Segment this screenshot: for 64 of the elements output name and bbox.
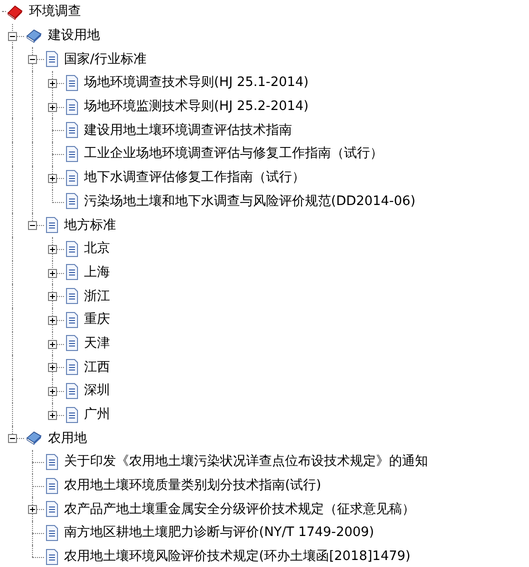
tree-item[interactable]: 污染场地土壤和地下水调查与风险评价规范(DD2014-06) (84, 194, 416, 208)
document-icon (65, 335, 79, 352)
expand-toggle[interactable] (48, 174, 57, 183)
expand-toggle[interactable] (28, 505, 37, 514)
tree-item[interactable]: 场地环境监测技术导则(HJ 25.2-2014) (84, 100, 309, 114)
tree-item[interactable]: 南方地区耕地土壤肥力诊断与评价(NY/T 1749-2009) (64, 526, 374, 540)
document-icon (65, 288, 79, 304)
document-icon (65, 98, 79, 115)
expand-toggle[interactable] (48, 387, 57, 396)
tree-item[interactable]: 建设用地 (48, 29, 100, 42)
expand-toggle[interactable] (48, 340, 57, 349)
tree-item[interactable]: 重庆 (84, 313, 110, 326)
expand-toggle[interactable] (48, 363, 57, 372)
document-icon (45, 454, 59, 470)
document-icon (45, 217, 59, 234)
document-icon (45, 524, 59, 541)
document-icon (65, 406, 79, 423)
document-icon (65, 312, 79, 328)
document-icon (65, 240, 79, 257)
document-icon (65, 74, 79, 91)
collapse-toggle[interactable] (28, 221, 37, 230)
expand-toggle[interactable] (48, 244, 57, 254)
tree-item[interactable]: 国家/行业标准 (64, 52, 146, 66)
tree-item[interactable]: 上海 (84, 266, 110, 279)
tree-item[interactable]: 农用地土壤环境质量类别划分技术指南(试行) (64, 479, 322, 492)
tree-item[interactable]: 地方标准 (64, 218, 116, 232)
document-icon (45, 51, 59, 68)
book-icon (6, 4, 24, 20)
document-icon (45, 548, 59, 565)
expand-toggle[interactable] (48, 102, 57, 112)
collapse-toggle[interactable] (28, 55, 37, 64)
collapse-toggle[interactable] (8, 434, 17, 444)
tree-item[interactable]: 浙江 (84, 290, 110, 303)
tree-item[interactable]: 建设用地土壤环境调查评估技术指南 (84, 124, 292, 137)
tree-item[interactable]: 江西 (84, 360, 110, 374)
tree-item[interactable]: 深圳 (84, 384, 110, 398)
document-icon (65, 264, 79, 280)
tree-item[interactable]: 农用地土壤环境风险评价技术规定(环办土壤函[2018]1479) (64, 550, 410, 564)
document-icon (45, 501, 59, 518)
expand-toggle[interactable] (48, 292, 57, 302)
tree-item[interactable]: 天津 (84, 336, 110, 350)
expand-toggle[interactable] (48, 79, 57, 88)
document-icon (65, 193, 79, 210)
document-icon (65, 122, 79, 138)
tree-item[interactable]: 地下水调查评估修复工作指南（试行） (84, 171, 305, 184)
tree-item[interactable]: 北京 (84, 242, 110, 256)
document-icon (65, 146, 79, 162)
expand-toggle[interactable] (48, 316, 57, 325)
tree-item[interactable]: 关于印发《农用地土壤污染状况详查点位布设技术规定》的通知 (64, 455, 428, 468)
book-icon (25, 430, 43, 446)
tree-item[interactable]: 工业企业场地环境调查评估与修复工作指南（试行） (84, 147, 383, 160)
tree-item[interactable]: 广州 (84, 408, 110, 422)
collapse-toggle[interactable] (8, 32, 17, 41)
document-icon (65, 359, 79, 376)
tree-item[interactable]: 农产品产地土壤重金属安全分级评价技术规定（征求意见稿） (64, 502, 415, 516)
expand-toggle[interactable] (48, 410, 57, 420)
document-icon (45, 478, 59, 494)
document-icon (65, 382, 79, 399)
book-icon (25, 28, 43, 44)
document-icon (65, 170, 79, 186)
tree-item[interactable]: 环境调查 (29, 5, 81, 18)
tree-item[interactable]: 场地环境调查技术导则(HJ 25.1-2014) (84, 76, 309, 90)
tree-item[interactable]: 农用地 (48, 432, 87, 445)
expand-toggle[interactable] (48, 268, 57, 278)
